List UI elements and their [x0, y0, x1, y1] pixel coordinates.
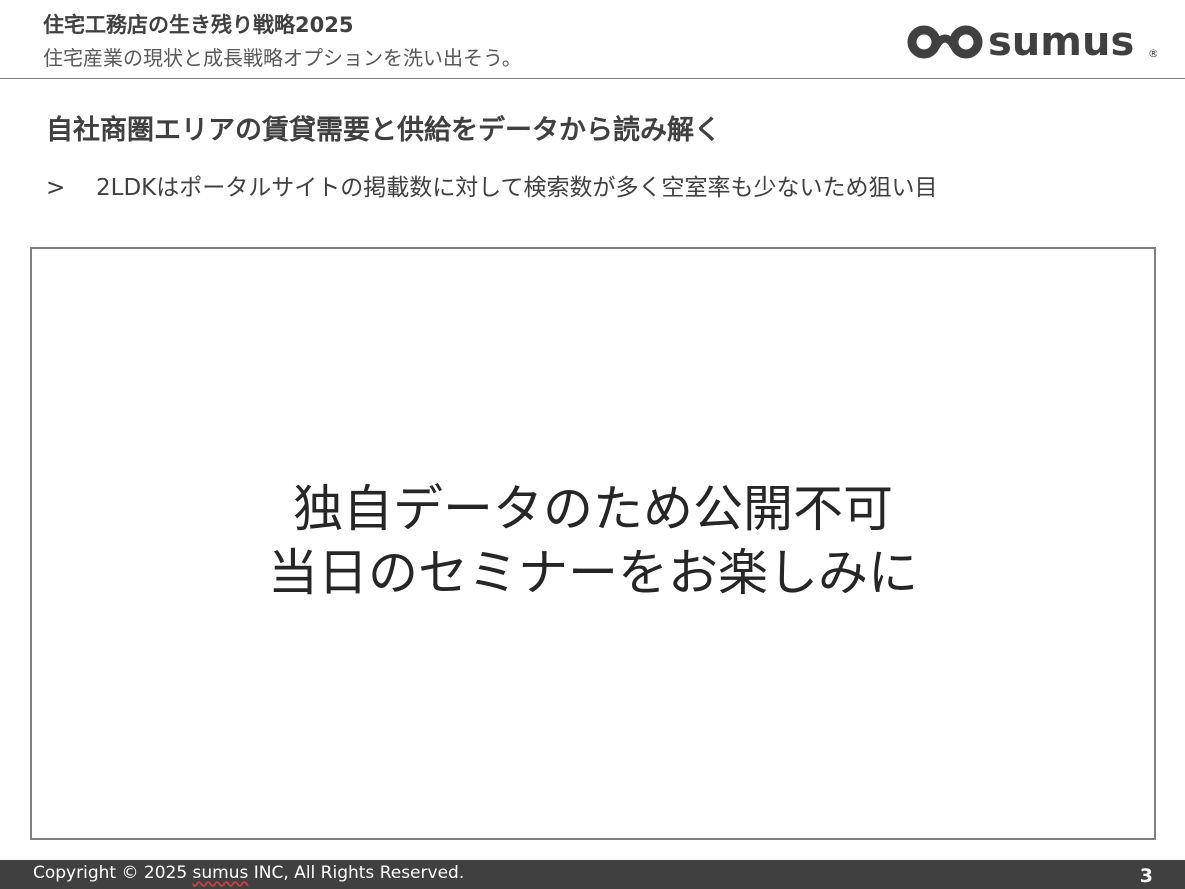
copyright-suffix: INC, All Rights Reserved.	[248, 863, 465, 883]
sumus-logo-icon: sumus ®	[907, 22, 1157, 62]
logo-registered-mark: ®	[1148, 47, 1157, 60]
copyright-text: Copyright © 2025 sumus INC, All Rights R…	[33, 863, 464, 883]
page-number: 3	[1139, 865, 1153, 887]
sumus-logo: sumus ®	[907, 22, 1157, 62]
slide-header: 住宅工務店の生き残り戦略2025 住宅産業の現状と成長戦略オプションを洗い出そう…	[0, 0, 1185, 79]
notice-line-1: 独自データのため公開不可	[293, 480, 893, 538]
slide-title: 自社商圏エリアの賃貸需要と供給をデータから読み解く	[46, 115, 721, 146]
copyright-prefix: Copyright © 2025	[33, 863, 193, 883]
bullet-marker: >	[46, 175, 66, 201]
copyright-company: sumus	[192, 863, 249, 883]
slide-footer: Copyright © 2025 sumus INC, All Rights R…	[0, 860, 1185, 889]
series-title: 住宅工務店の生き残り戦略2025	[43, 13, 354, 37]
bullet-point: >2LDKはポータルサイトの掲載数に対して検索数が多く空室率も少ないため狙い目	[46, 168, 938, 202]
content-placeholder-box: 独自データのため公開不可 当日のセミナーをお楽しみに	[30, 247, 1156, 840]
logo-wordmark: sumus	[988, 22, 1134, 62]
notice-line-2: 当日のセミナーをお楽しみに	[268, 544, 918, 602]
bullet-text: 2LDKはポータルサイトの掲載数に対して検索数が多く空室率も少ないため狙い目	[96, 175, 938, 201]
series-subtitle: 住宅産業の現状と成長戦略オプションを洗い出そう。	[43, 46, 522, 70]
confidential-notice: 独自データのため公開不可 当日のセミナーをお楽しみに	[32, 477, 1154, 605]
